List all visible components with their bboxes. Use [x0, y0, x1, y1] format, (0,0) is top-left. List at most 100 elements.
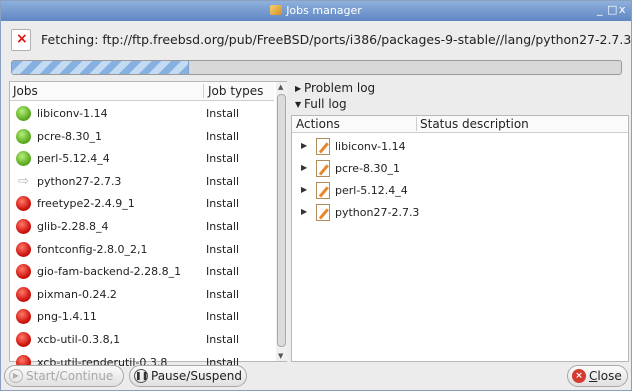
progress-fill: [12, 61, 189, 74]
action-row[interactable]: ▶ libiconv-1.14: [292, 136, 628, 158]
download-progress-bar: [11, 60, 622, 75]
job-row[interactable]: pixman-0.24.2 Install: [10, 283, 274, 306]
job-row[interactable]: glib-2.28.8_4 Install: [10, 215, 274, 238]
job-row[interactable]: fontconfig-2.8.0_2,1 Install: [10, 238, 274, 261]
job-type: Install: [206, 287, 240, 301]
expand-row-icon[interactable]: ▶: [301, 185, 307, 194]
pause-icon: ❚❚: [134, 369, 148, 383]
problem-log-expander[interactable]: ▶ Problem log: [295, 81, 375, 95]
document-edit-icon: [316, 160, 330, 177]
window-title-wrap: Jobs manager: [1, 4, 631, 17]
window-title: Jobs manager: [286, 4, 362, 17]
status-done-icon: [16, 128, 31, 144]
title-bar[interactable]: Jobs manager _ □ x: [1, 1, 631, 21]
job-row[interactable]: png-1.4.11 Install: [10, 305, 274, 328]
job-name: freetype2-2.4.9_1: [37, 197, 135, 211]
job-name: perl-5.12.4_4: [37, 152, 110, 166]
status-pending-icon: [16, 218, 31, 234]
action-row[interactable]: ▶ pcre-8.30_1: [292, 158, 628, 180]
action-label: pcre-8.30_1: [335, 162, 401, 175]
expand-row-icon[interactable]: ▶: [301, 163, 307, 172]
expand-row-icon[interactable]: ▶: [301, 141, 307, 150]
status-pending-icon: [16, 264, 31, 280]
jobs-rows: libiconv-1.14 Install pcre-8.30_1 Install pe…: [10, 102, 274, 373]
actions-header: Actions Status description: [292, 116, 628, 133]
jobs-header: Jobs Job types: [10, 82, 274, 101]
jobs-manager-window: Jobs manager _ □ x Fetching: ftp://ftp.f…: [0, 0, 632, 391]
job-name: gio-fam-backend-2.28.8_1: [37, 265, 182, 279]
app-icon: [270, 5, 283, 15]
action-label: python27-2.7.3: [335, 206, 420, 219]
job-name: python27-2.7.3: [37, 174, 122, 188]
scroll-up-icon[interactable]: ▲: [278, 83, 283, 91]
jobs-scrollbar[interactable]: ▲ ▼: [276, 82, 287, 361]
job-type: Install: [206, 174, 240, 188]
expand-row-icon[interactable]: ▶: [301, 207, 307, 216]
job-name: pixman-0.24.2: [37, 287, 117, 301]
minimize-button[interactable]: _: [597, 3, 603, 16]
job-type: Install: [206, 197, 240, 211]
status-pending-icon: [16, 331, 31, 347]
job-row[interactable]: perl-5.12.4_4 Install: [10, 147, 274, 170]
actions-tree: Actions Status description ▶ libiconv-1.1…: [291, 115, 629, 362]
status-done-icon: [16, 106, 31, 121]
job-type: Install: [206, 107, 240, 120]
job-row[interactable]: libiconv-1.14 Install: [10, 102, 274, 125]
action-label: perl-5.12.4_4: [335, 184, 408, 197]
job-type: Install: [206, 152, 240, 166]
job-type: Install: [206, 265, 240, 279]
status-pending-icon: [16, 196, 31, 212]
close-window-button[interactable]: x: [619, 3, 626, 16]
close-button[interactable]: × Close: [567, 365, 628, 387]
expand-arrow-icon: ▶: [295, 84, 302, 93]
status-pending-icon: [16, 241, 31, 257]
job-name: png-1.4.11: [37, 310, 97, 324]
job-name: fontconfig-2.8.0_2,1: [37, 242, 148, 256]
fetch-text: Fetching: ftp://ftp.freebsd.org/pub/Free…: [41, 32, 632, 47]
document-edit-icon: [316, 138, 330, 155]
close-icon: ×: [572, 369, 586, 383]
job-row[interactable]: freetype2-2.4.9_1 Install: [10, 192, 274, 215]
maximize-button[interactable]: □: [607, 3, 617, 16]
status-pending-icon: [16, 309, 31, 325]
job-row[interactable]: xcb-util-0.3.8,1 Install: [10, 328, 274, 351]
start-label: Start/Continue: [26, 369, 114, 383]
status-running-icon: ⇨: [18, 173, 29, 189]
action-row[interactable]: ▶ perl-5.12.4_4: [292, 180, 628, 202]
play-icon: ▶: [9, 369, 23, 383]
job-type: Install: [206, 310, 240, 324]
document-edit-icon: [316, 182, 330, 199]
column-header-job-types[interactable]: Job types: [203, 84, 263, 98]
error-icon: [11, 29, 31, 51]
jobs-list: Jobs Job types libiconv-1.14 Install pcre-…: [9, 81, 287, 370]
pause-label: Pause/Suspend: [151, 369, 243, 383]
collapse-arrow-icon: ▼: [295, 100, 302, 109]
status-done-icon: [16, 151, 31, 167]
job-name: glib-2.28.8_4: [37, 219, 109, 233]
job-type: Install: [206, 332, 240, 346]
close-label-rest: lose: [597, 369, 622, 383]
job-row[interactable]: ⇨ python27-2.7.3 Install: [10, 170, 274, 193]
job-type: Install: [206, 242, 240, 256]
job-row[interactable]: pcre-8.30_1 Install: [10, 125, 274, 148]
column-header-actions[interactable]: Actions: [296, 117, 340, 131]
action-row[interactable]: ▶ python27-2.7.3: [292, 202, 628, 224]
job-row[interactable]: gio-fam-backend-2.28.8_1 Install: [10, 260, 274, 283]
job-type: Install: [206, 129, 240, 143]
status-pending-icon: [16, 286, 31, 302]
full-log-expander[interactable]: ▼ Full log: [295, 97, 347, 111]
document-edit-icon: [316, 204, 330, 221]
full-log-label: Full log: [304, 97, 347, 111]
job-name: pcre-8.30_1: [37, 129, 103, 143]
column-header-status-description[interactable]: Status description: [416, 117, 529, 131]
column-header-jobs[interactable]: Jobs: [13, 84, 38, 98]
problem-log-label: Problem log: [304, 81, 376, 95]
pause-suspend-button[interactable]: ❚❚ Pause/Suspend: [129, 365, 247, 387]
job-name: libiconv-1.14: [37, 107, 108, 120]
action-label: libiconv-1.14: [335, 140, 406, 153]
scroll-down-icon[interactable]: ▼: [278, 352, 283, 360]
start-continue-button[interactable]: ▶ Start/Continue: [4, 365, 124, 387]
scrollbar-thumb[interactable]: [277, 94, 286, 347]
fetch-status: Fetching: ftp://ftp.freebsd.org/pub/Free…: [9, 27, 632, 55]
log-pane: ▶ Problem log ▼ Full log Actions Status de…: [291, 81, 631, 362]
